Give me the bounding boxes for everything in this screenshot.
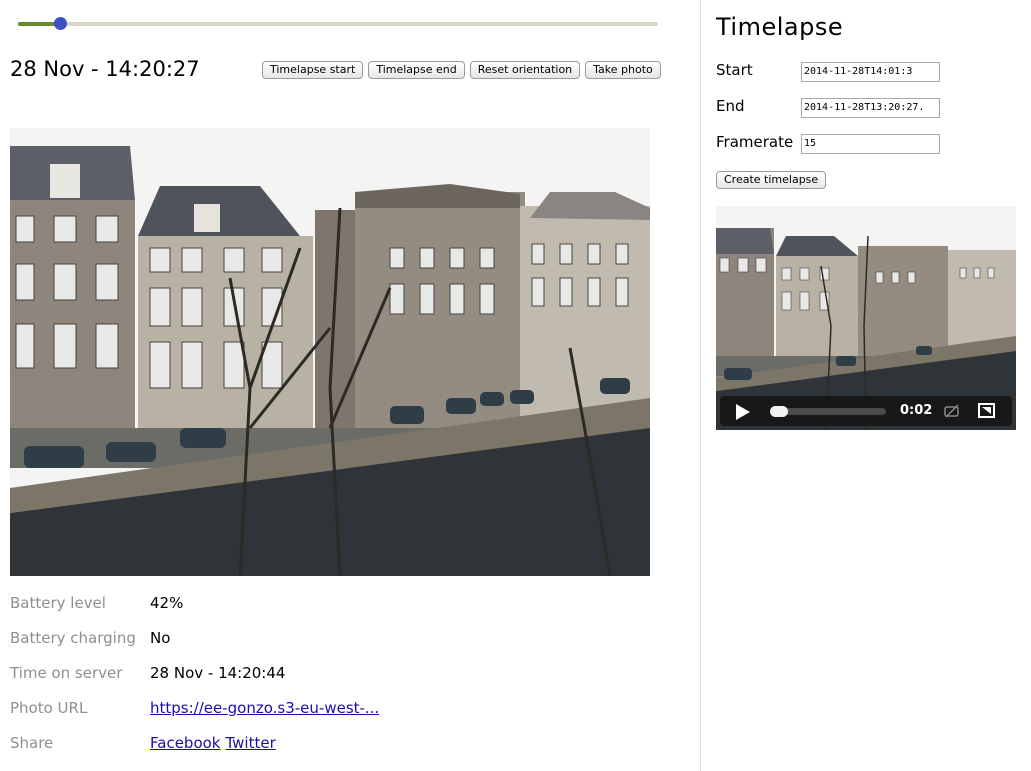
share-label: Share	[10, 734, 54, 752]
camera-panel: 28 Nov - 14:20:27 Timelapse start Timela…	[0, 0, 700, 771]
photo-url-link[interactable]: https://ee-gonzo.s3-eu-west-...	[150, 699, 379, 717]
start-field[interactable]: 2014-11-28T14:01:3	[801, 62, 940, 82]
framerate-label: Framerate	[716, 133, 794, 151]
video-progress-handle[interactable]	[770, 406, 788, 417]
server-time-value: 28 Nov - 14:20:44	[150, 664, 286, 682]
action-buttons: Timelapse start Timelapse end Reset orie…	[262, 61, 661, 79]
share-facebook-link[interactable]: Facebook	[150, 734, 220, 752]
video-time: 0:02	[900, 403, 933, 418]
captions-off-icon[interactable]	[944, 404, 960, 418]
battery-level-label: Battery level	[10, 594, 106, 612]
reset-orientation-button[interactable]: Reset orientation	[469, 61, 581, 79]
fullscreen-icon[interactable]	[978, 403, 995, 418]
server-time-label: Time on server	[10, 664, 123, 682]
current-photo-time: 28 Nov - 14:20:27	[10, 57, 200, 81]
photo-url-value: https://ee-gonzo.s3-eu-west-...	[150, 699, 379, 717]
battery-level-value: 42%	[150, 594, 184, 612]
share-twitter-link[interactable]: Twitter	[225, 734, 275, 752]
timelapse-video[interactable]: 0:02	[716, 206, 1016, 430]
timeline-slider-thumb[interactable]	[54, 17, 68, 30]
timelapse-start-button[interactable]: Timelapse start	[262, 61, 364, 79]
end-field[interactable]: 2014-11-28T13:20:27.	[801, 98, 940, 118]
timeline-slider[interactable]	[18, 17, 658, 30]
end-label: End	[716, 97, 745, 115]
timelapse-end-button[interactable]: Timelapse end	[368, 61, 465, 79]
battery-charging-value: No	[150, 629, 171, 647]
camera-photo	[10, 128, 650, 576]
photo-url-label: Photo URL	[10, 699, 88, 717]
take-photo-button[interactable]: Take photo	[585, 61, 661, 79]
framerate-field[interactable]: 15	[801, 134, 940, 154]
timelapse-title: Timelapse	[716, 13, 844, 41]
create-timelapse-button[interactable]: Create timelapse	[716, 171, 827, 189]
play-icon[interactable]	[736, 404, 750, 420]
share-links: Facebook Twitter	[150, 734, 276, 752]
video-controls: 0:02	[720, 396, 1012, 426]
timelapse-panel: Timelapse Start 2014-11-28T14:01:3 End 2…	[701, 0, 1031, 771]
start-label: Start	[716, 61, 753, 79]
battery-charging-label: Battery charging	[10, 629, 136, 647]
video-progress[interactable]	[770, 406, 886, 417]
